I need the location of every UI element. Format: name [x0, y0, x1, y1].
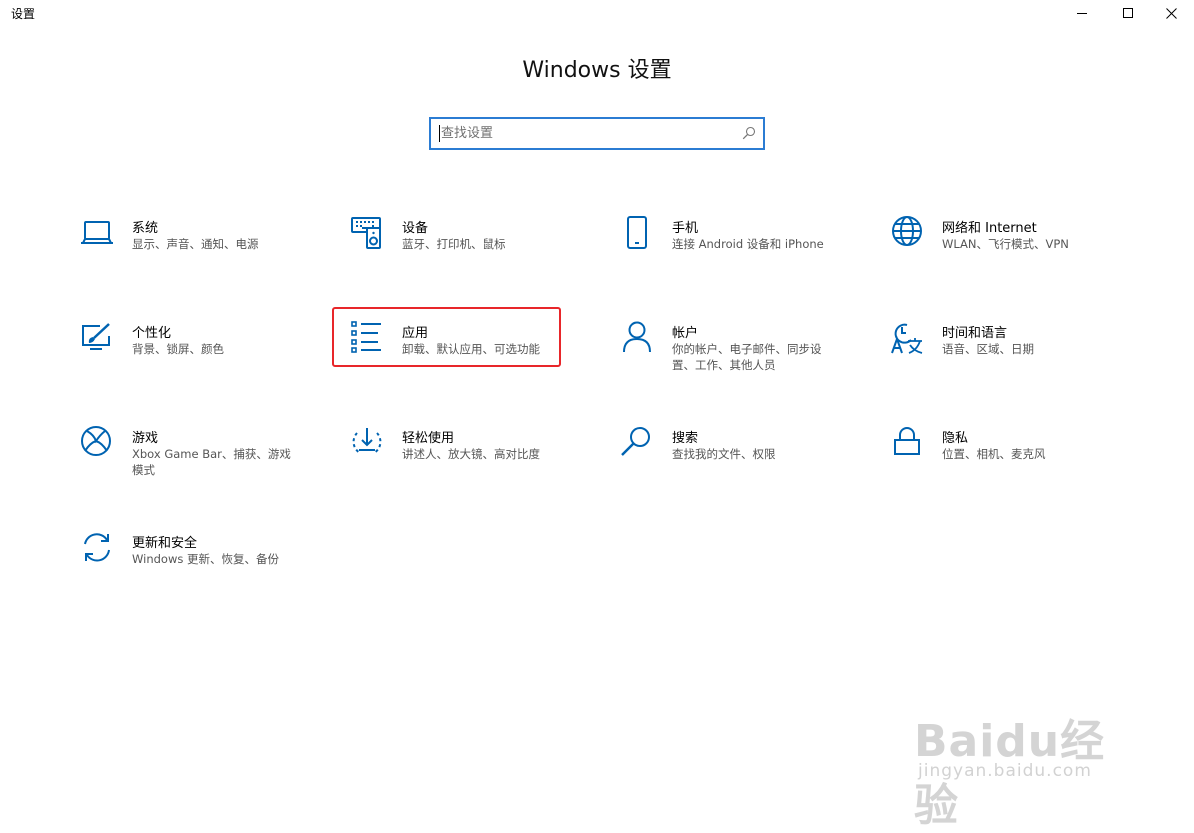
- tile-label: 隐私: [942, 431, 969, 446]
- tile-desc: Xbox Game Bar、捕获、游戏模式: [132, 447, 291, 477]
- tile-time-language[interactable]: 时间和语言 语音、区域、日期: [890, 321, 1120, 391]
- app-title: 设置: [11, 7, 36, 21]
- tile-desc: WLAN、飞行模式、VPN: [942, 237, 1069, 251]
- page-title: Windows 设置: [522, 58, 672, 83]
- sync-icon: [84, 533, 110, 562]
- tile-search[interactable]: 搜索 查找我的文件、权限: [620, 426, 850, 496]
- tile-update-security[interactable]: 更新和安全 Windows 更新、恢复、备份: [80, 531, 310, 601]
- search-box[interactable]: [429, 117, 765, 150]
- tile-label: 搜索: [672, 431, 699, 446]
- tile-system[interactable]: 系统 显示、声音、通知、电源: [80, 216, 310, 286]
- time-language-icon: [891, 323, 923, 354]
- tile-desc: 位置、相机、麦克风: [942, 447, 1046, 461]
- tile-desc: 讲述人、放大镜、高对比度: [402, 447, 540, 461]
- keyboard-speaker-icon: [351, 217, 381, 249]
- tile-label: 系统: [132, 221, 159, 236]
- tile-phone[interactable]: 手机 连接 Android 设备和 iPhone: [620, 216, 850, 286]
- maximize-icon: [1123, 8, 1133, 18]
- tile-label: 轻松使用: [402, 431, 455, 446]
- tile-accounts[interactable]: 帐户 你的帐户、电子邮件、同步设置、工作、其他人员: [620, 321, 850, 391]
- tile-desc: 显示、声音、通知、电源: [132, 237, 259, 251]
- tile-label: 个性化: [132, 326, 172, 341]
- tile-desc: 背景、锁屏、颜色: [132, 342, 224, 356]
- tile-desc: 连接 Android 设备和 iPhone: [672, 237, 824, 251]
- tile-label: 手机: [672, 221, 699, 236]
- tile-devices[interactable]: 设备 蓝牙、打印机、鼠标: [350, 216, 580, 286]
- minimize-button[interactable]: [1059, 0, 1105, 26]
- paint-monitor-icon: [82, 323, 110, 350]
- laptop-icon: [81, 221, 113, 244]
- tile-ease-of-access[interactable]: 轻松使用 讲述人、放大镜、高对比度: [350, 426, 580, 496]
- tile-desc: 查找我的文件、权限: [672, 447, 776, 461]
- close-button[interactable]: [1148, 0, 1194, 26]
- baidu-watermark: Baidu经验 jingyan.baidu.com: [914, 685, 1134, 831]
- tile-label: 帐户: [672, 326, 699, 341]
- maximize-button[interactable]: [1105, 0, 1151, 26]
- search-icon[interactable]: [742, 126, 756, 140]
- watermark-url: jingyan.baidu.com: [918, 761, 1092, 781]
- search-input[interactable]: [441, 119, 731, 148]
- magnifier-icon: [621, 427, 650, 456]
- tile-gaming[interactable]: 游戏 Xbox Game Bar、捕获、游戏模式: [80, 426, 310, 496]
- tile-privacy[interactable]: 隐私 位置、相机、麦克风: [890, 426, 1120, 496]
- tile-label: 设备: [402, 221, 429, 236]
- person-icon: [623, 321, 651, 353]
- tile-desc: 蓝牙、打印机、鼠标: [402, 237, 506, 251]
- title-bar: 设置: [0, 0, 1194, 26]
- tile-label: 更新和安全: [132, 536, 198, 551]
- tile-desc: 你的帐户、电子邮件、同步设置、工作、其他人员: [672, 342, 822, 372]
- ease-of-access-icon: [352, 428, 382, 454]
- minimize-icon: [1077, 13, 1087, 14]
- tile-personalization[interactable]: 个性化 背景、锁屏、颜色: [80, 321, 310, 391]
- tile-label: 时间和语言: [942, 326, 1008, 341]
- phone-icon: [627, 216, 647, 249]
- tile-desc: 语音、区域、日期: [942, 342, 1034, 356]
- globe-icon: [892, 216, 922, 246]
- tile-label: 网络和 Internet: [942, 221, 1037, 236]
- tile-desc: Windows 更新、恢复、备份: [132, 552, 279, 566]
- tile-label: 游戏: [132, 431, 159, 446]
- lock-icon: [894, 427, 920, 455]
- tile-network[interactable]: 网络和 Internet WLAN、飞行模式、VPN: [890, 216, 1120, 286]
- text-caret: [439, 125, 440, 142]
- highlight-box: [332, 307, 561, 367]
- xbox-icon: [81, 426, 111, 456]
- close-icon: [1165, 7, 1177, 19]
